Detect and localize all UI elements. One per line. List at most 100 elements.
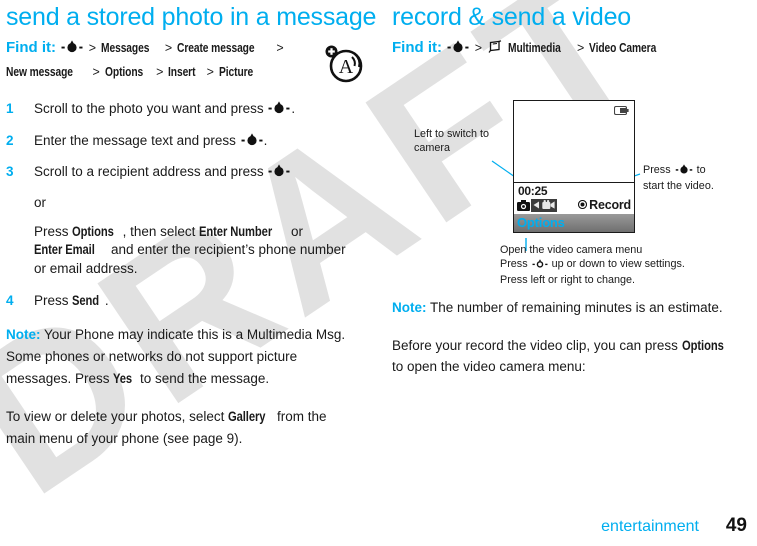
step-number: 1	[6, 101, 14, 117]
path-item-picture: Picture	[218, 64, 254, 79]
path-separator: >	[276, 41, 284, 55]
capture-mode-toggle[interactable]	[517, 198, 557, 212]
callout-bottom-line-2: Press up or down to view settings.	[500, 257, 740, 273]
footer-page-number: 49	[725, 515, 747, 536]
ui-enter-number: Enter Number	[199, 224, 273, 240]
note-text-2: to send the message.	[136, 370, 270, 386]
step-text: Press	[34, 292, 69, 308]
step-3-or: or	[34, 195, 47, 211]
navigation-key-icon	[268, 101, 290, 120]
step-4: 4 Press Send.	[6, 292, 356, 310]
navigation-key-icon	[675, 164, 693, 179]
right-page-title: record & send a video	[392, 3, 632, 31]
step-3: 3 Scroll to a recipient address and pres…	[6, 163, 356, 278]
record-dot-icon	[578, 200, 588, 210]
step-number: 3	[6, 163, 14, 179]
ui-enter-email: Enter Email	[34, 242, 95, 258]
step-number: 2	[6, 132, 14, 148]
left-closing-paragraph: To view or delete your photos, select Ga…	[6, 406, 356, 450]
mode-chip-box[interactable]	[531, 198, 557, 212]
right-closing-paragraph: Before your record the video clip, you c…	[392, 335, 742, 379]
path-item-insert: Insert	[168, 64, 196, 79]
video-camera-icon	[542, 200, 555, 210]
callout-right-text-2: to	[696, 163, 706, 176]
step-text-end: .	[291, 101, 296, 117]
left-arrow-icon	[533, 201, 539, 209]
ui-send: Send	[72, 292, 100, 308]
path-separator: >	[206, 64, 214, 79]
find-it-label: Find it:	[6, 39, 56, 56]
record-action[interactable]: Record	[578, 198, 631, 212]
path-item-messages: Messages	[100, 41, 150, 55]
multimedia-icon	[488, 39, 503, 61]
step-2: 2 Enter the message text and press .	[6, 132, 356, 152]
callout-bottom-line-1: Open the video camera menu	[500, 243, 643, 256]
record-label: Record	[589, 197, 631, 212]
softkey-bar: Options	[514, 213, 634, 232]
left-steps-list: 1 Scroll to the photo you want and press…	[6, 100, 356, 310]
ui-gallery: Gallery	[228, 408, 266, 424]
find-it-label: Find it:	[392, 39, 442, 56]
callout-bottom-menu: Open the video camera menu Press up or d…	[500, 243, 740, 288]
path-item-video-camera: Video Camera	[589, 41, 657, 55]
path-separator: >	[164, 41, 173, 55]
callout-bottom-text-b: up or down to view settings.	[551, 257, 685, 270]
path-item-new-message: New message	[6, 64, 73, 79]
ui-options: Options	[681, 337, 724, 353]
step-text: Enter the message text and press	[34, 132, 236, 148]
step-3-alternative: Press Options, then select Enter Number …	[34, 223, 356, 278]
phone-screen: 00:25 Record Options	[513, 99, 635, 233]
path-item-multimedia: Multimedia	[507, 41, 561, 55]
page-footer: entertainment 49	[0, 511, 757, 537]
audio-assist-plus-icon: A	[322, 40, 368, 86]
step-number: 4	[6, 292, 14, 308]
left-find-it-path: Find it: > Messages > Create message > N…	[6, 36, 356, 82]
path-item-options: Options	[104, 64, 143, 79]
callout-right-text-3: start the video.	[643, 179, 714, 192]
closing-text-1: Before your record the video clip, you c…	[392, 337, 682, 353]
svg-text:A: A	[339, 56, 354, 78]
path-separator: >	[474, 41, 483, 55]
alt-text-3: or	[287, 224, 303, 240]
alt-text-1: Press	[34, 224, 73, 240]
step-text-end: .	[263, 132, 268, 148]
step-text: Scroll to a recipient address and press	[34, 163, 264, 179]
callout-left-switch: Left to switch to camera	[414, 127, 490, 154]
note-label: Note:	[6, 327, 41, 343]
manual-page: send a stored photo in a message Find it…	[0, 0, 757, 546]
navigation-key-icon	[241, 132, 263, 152]
camera-status-row: 00:25 Record	[514, 183, 634, 214]
path-separator: >	[156, 64, 164, 79]
path-separator: >	[92, 64, 100, 79]
alt-text-2: , then select	[122, 224, 200, 240]
navigation-key-icon	[268, 164, 290, 183]
left-page-title: send a stored photo in a message	[6, 3, 377, 31]
left-column: send a stored photo in a message Find it…	[6, 0, 377, 459]
right-column: record & send a video Find it: > Multime…	[392, 0, 742, 388]
note-text: The number of remaining minutes is an es…	[430, 299, 723, 315]
ui-options: Options	[72, 224, 115, 240]
navigation-key-icon	[532, 259, 548, 273]
video-camera-figure: 00:25 Record Options Left to switch to c…	[392, 75, 742, 286]
path-separator: >	[88, 41, 97, 55]
callout-bottom-text-a: Press	[500, 257, 528, 270]
right-note: Note: The number of remaining minutes is…	[392, 297, 742, 319]
still-camera-icon	[517, 199, 530, 211]
closing-text-2: to open the video camera menu:	[392, 359, 586, 375]
navigation-key-icon	[447, 39, 469, 61]
ui-yes: Yes	[113, 370, 133, 386]
step-text-end: .	[104, 292, 109, 308]
right-find-it-path: Find it: > Multimedia > Video Camera	[392, 36, 742, 61]
closing-text-1: To view or delete your photos, select	[6, 408, 229, 424]
callout-right-start: Press to start the video.	[643, 163, 739, 194]
callout-bottom-line-3: Press left or right to change.	[500, 274, 636, 287]
step-1: 1 Scroll to the photo you want and press…	[6, 100, 356, 120]
callout-right-text-1: Press	[643, 163, 671, 176]
softkey-options-label[interactable]: Options	[517, 215, 565, 230]
left-note: Note: Your Phone may indicate this is a …	[6, 324, 356, 390]
path-item-create-message: Create message	[177, 41, 255, 55]
footer-section-label: entertainment	[601, 518, 699, 535]
navigation-key-icon	[61, 39, 83, 61]
battery-icon	[614, 105, 629, 115]
recording-timer: 00:25	[518, 183, 548, 198]
